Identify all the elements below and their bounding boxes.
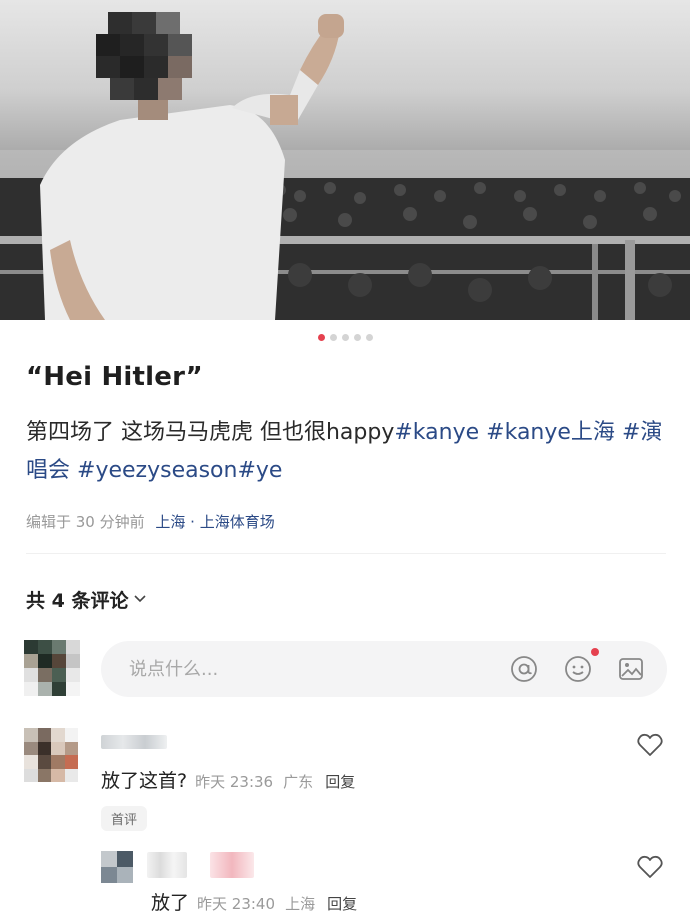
edit-time: 编辑于 30 分钟前	[26, 513, 145, 531]
divider	[26, 553, 666, 554]
emoji-icon[interactable]	[564, 655, 592, 683]
carousel-dot[interactable]	[365, 334, 373, 341]
post-photo[interactable]	[0, 0, 690, 320]
comment-count-label: 共 4 条评论	[26, 590, 129, 612]
post-body: 第四场了 这场马马虎虎 但也很happy#kanye #kanye上海 #演唱会…	[26, 414, 666, 490]
image-icon[interactable]	[617, 655, 645, 683]
comment-time: 昨天 23:40	[197, 895, 276, 913]
reply-button[interactable]: 回复	[325, 773, 355, 791]
comment-time: 昨天 23:36	[195, 773, 274, 791]
comment-text: 放了	[151, 892, 190, 914]
carousel-dot[interactable]	[329, 334, 337, 341]
comment-region: 上海	[285, 895, 316, 913]
comment-count-toggle[interactable]: 共 4 条评论	[26, 586, 147, 613]
commenter-avatar[interactable]	[24, 728, 78, 782]
comment-1: 放了这首? 昨天 23:36 广东 回复	[101, 766, 355, 793]
reply-commenter-name-blurred[interactable]	[147, 852, 187, 878]
reply-button[interactable]: 回复	[327, 895, 357, 913]
post-location[interactable]: 上海 · 上海体育场	[155, 513, 274, 531]
concert-photo-illustration	[0, 0, 690, 320]
reply-commenter-badge-blurred	[210, 852, 254, 878]
comment-text: 放了这首?	[101, 770, 188, 792]
current-user-avatar[interactable]	[24, 640, 80, 696]
comment-region: 广东	[283, 773, 314, 791]
commenter-name-blurred[interactable]	[101, 735, 167, 749]
notification-dot	[591, 648, 599, 656]
carousel-indicator	[0, 334, 690, 341]
at-icon[interactable]	[510, 655, 538, 683]
hashtag-yeezyseason[interactable]: #yeezyseason	[77, 458, 237, 483]
heart-icon[interactable]	[636, 732, 664, 758]
hashtag-kanye-shanghai[interactable]: #kanye上海	[486, 420, 615, 445]
comment-2: 放了 昨天 23:40 上海 回复	[151, 888, 357, 915]
carousel-dot-active[interactable]	[317, 334, 325, 341]
first-comment-badge: 首评	[101, 806, 148, 831]
hashtag-kanye[interactable]: #kanye	[394, 420, 479, 445]
reply-commenter-avatar[interactable]	[101, 851, 133, 883]
carousel-dot[interactable]	[341, 334, 349, 341]
chevron-down-icon	[134, 592, 147, 607]
post-body-text: 第四场了 这场马马虎虎 但也很happy	[26, 420, 395, 445]
post-meta: 编辑于 30 分钟前 上海 · 上海体育场	[26, 511, 275, 532]
heart-icon[interactable]	[636, 854, 664, 880]
comment-input[interactable]	[127, 657, 491, 681]
post-title: “Hei Hitler”	[26, 362, 203, 392]
comment-input-bar[interactable]	[101, 641, 667, 697]
hashtag-ye[interactable]: #ye	[237, 458, 282, 483]
carousel-dot[interactable]	[353, 334, 361, 341]
